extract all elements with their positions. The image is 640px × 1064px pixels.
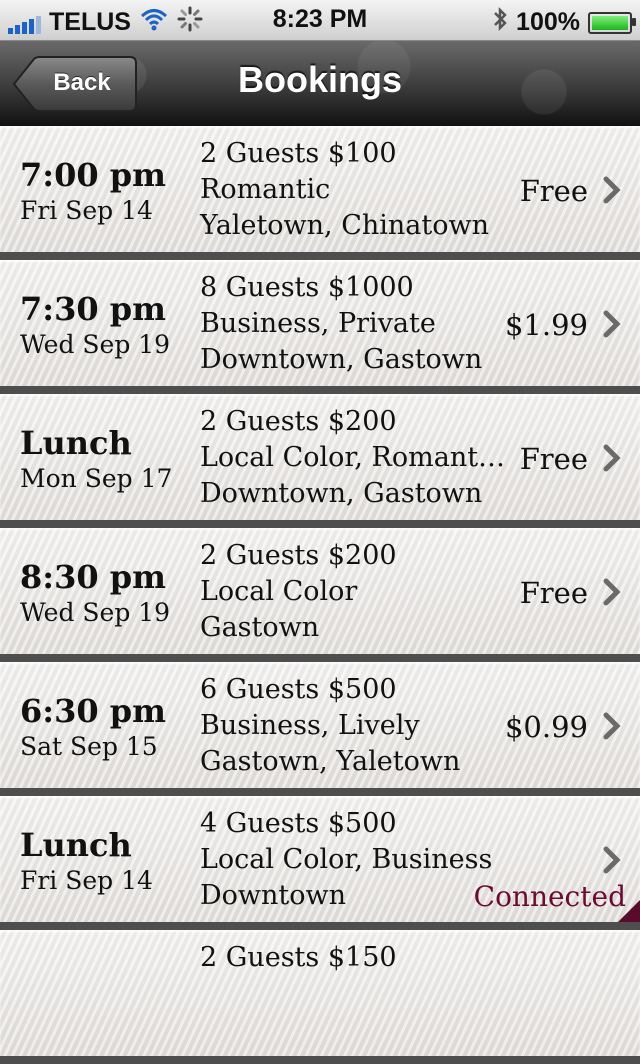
booking-areas: Downtown, Gastown xyxy=(200,344,483,375)
booking-time: Lunch xyxy=(20,424,132,462)
booking-row[interactable]: 7:00 pm Fri Sep 14 2 Guests $100 Romanti… xyxy=(0,126,640,260)
booking-areas: Yaletown, Chinatown xyxy=(200,210,489,241)
booking-row[interactable]: 8:30 pm Wed Sep 19 2 Guests $200 Local C… xyxy=(0,528,640,662)
chevron-right-icon xyxy=(603,846,621,874)
booking-time: 8:30 pm xyxy=(20,558,166,596)
booking-row[interactable]: 6:30 pm Sat Sep 15 6 Guests $500 Busines… xyxy=(0,662,640,796)
booking-price: Free xyxy=(519,174,588,208)
booking-price: $0.99 xyxy=(504,710,588,744)
booking-areas: Gastown, Yaletown xyxy=(200,746,461,777)
booking-areas: Downtown xyxy=(200,880,347,911)
chevron-right-icon xyxy=(603,578,621,606)
booking-guests: 4 Guests $500 xyxy=(200,808,397,839)
booking-guests: 2 Guests $100 xyxy=(200,138,397,169)
booking-time: Lunch xyxy=(20,826,132,864)
navigation-bar: Back Bookings xyxy=(0,41,640,126)
corner-flag-icon xyxy=(618,900,640,922)
page-title: Bookings xyxy=(237,59,402,100)
booking-tags: Local Color, Business xyxy=(200,844,493,875)
booking-guests: 8 Guests $1000 xyxy=(200,272,414,303)
booking-date: Wed Sep 19 xyxy=(20,330,171,359)
booking-date: Sat Sep 15 xyxy=(20,732,158,761)
chevron-right-icon xyxy=(603,712,621,740)
booking-tags: Local Color, Romant… xyxy=(200,442,506,473)
booking-tags: Local Color xyxy=(200,576,358,607)
status-bar: TELUS 8:23 PM 100% xyxy=(0,0,640,41)
booking-price: Free xyxy=(519,442,588,476)
booking-guests: 2 Guests $150 xyxy=(200,942,397,973)
booking-row[interactable]: Lunch Mon Sep 17 2 Guests $200 Local Col… xyxy=(0,394,640,528)
chevron-right-icon xyxy=(603,176,621,204)
chevron-right-icon xyxy=(603,444,621,472)
booking-areas: Downtown, Gastown xyxy=(200,478,483,509)
bluetooth-icon xyxy=(492,6,508,39)
booking-guests: 6 Guests $500 xyxy=(200,674,397,705)
booking-tags: Business, Private xyxy=(200,308,436,339)
battery-percent: 100% xyxy=(516,8,580,36)
booking-guests: 2 Guests $200 xyxy=(200,406,397,437)
booking-row[interactable]: 7:30 pm Wed Sep 19 8 Guests $1000 Busine… xyxy=(0,260,640,394)
booking-date: Mon Sep 17 xyxy=(20,464,173,493)
booking-date: Fri Sep 14 xyxy=(20,196,153,225)
booking-time: 7:00 pm xyxy=(20,156,166,194)
booking-price: Free xyxy=(519,576,588,610)
booking-time: 6:30 pm xyxy=(20,692,166,730)
booking-time: 7:30 pm xyxy=(20,290,166,328)
booking-price: $1.99 xyxy=(504,308,588,342)
booking-guests: 2 Guests $200 xyxy=(200,540,397,571)
booking-tags: Romantic xyxy=(200,174,331,205)
bookings-list: 7:00 pm Fri Sep 14 2 Guests $100 Romanti… xyxy=(0,126,640,1064)
booking-tags: Business, Lively xyxy=(200,710,420,741)
booking-date: Fri Sep 14 xyxy=(20,866,153,895)
chevron-right-icon xyxy=(603,310,621,338)
connected-status-label: Connected xyxy=(473,880,626,913)
status-right: 100% xyxy=(492,6,636,39)
battery-icon xyxy=(588,11,636,34)
booking-row[interactable]: 2 Guests $150 xyxy=(0,930,640,1064)
booking-date: Wed Sep 19 xyxy=(20,598,171,627)
booking-row[interactable]: Lunch Fri Sep 14 4 Guests $500 Local Col… xyxy=(0,796,640,930)
booking-areas: Gastown xyxy=(200,612,320,643)
